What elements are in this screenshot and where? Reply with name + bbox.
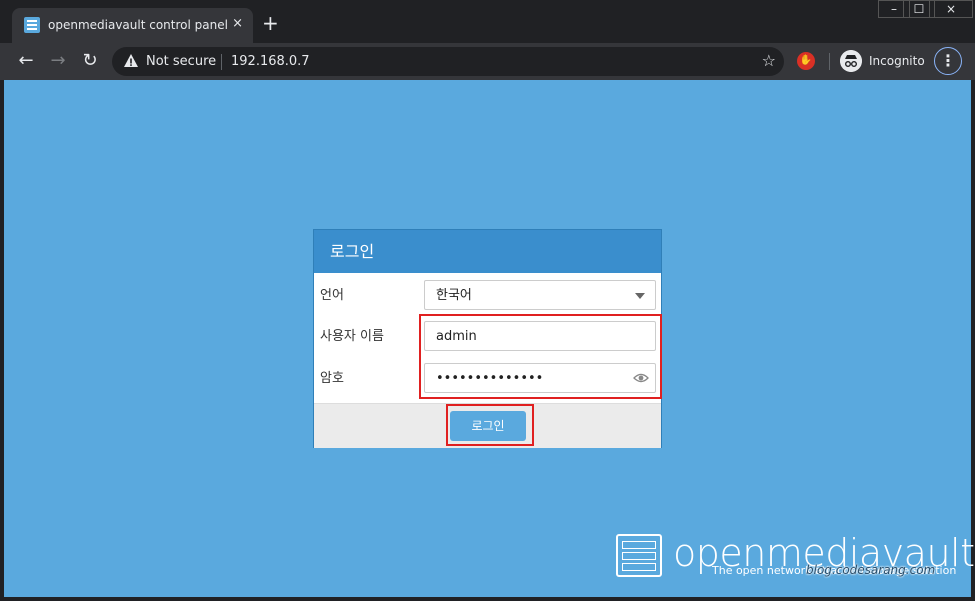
security-status[interactable]: Not secure bbox=[146, 54, 216, 69]
incognito-badge[interactable]: Incognito bbox=[838, 48, 928, 75]
openmediavault-favicon-icon bbox=[24, 17, 40, 33]
credentials-highlight-box bbox=[419, 314, 662, 399]
password-label: 암호 bbox=[320, 371, 344, 386]
url-text[interactable]: 192.168.0.7 bbox=[231, 54, 310, 69]
bookmark-star-icon[interactable]: ☆ bbox=[762, 52, 776, 70]
login-button-highlight-box bbox=[446, 404, 534, 446]
back-arrow-icon[interactable]: ← bbox=[15, 50, 37, 72]
browser-menu-icon[interactable]: ⋮ bbox=[934, 47, 962, 75]
chevron-down-icon[interactable] bbox=[635, 293, 645, 299]
tab-close-icon[interactable]: × bbox=[232, 16, 243, 32]
forward-arrow-icon[interactable]: → bbox=[47, 50, 69, 72]
browser-tab[interactable]: openmediavault control panel - openmedia… bbox=[12, 8, 253, 43]
browser-titlebar: openmediavault control panel - openmedia… bbox=[0, 0, 975, 43]
toolbar-divider bbox=[829, 53, 830, 70]
blog-watermark: blog.codesarang.com bbox=[806, 563, 936, 577]
language-select-value: 한국어 bbox=[436, 288, 472, 303]
incognito-icon bbox=[840, 50, 862, 72]
new-tab-button[interactable]: + bbox=[262, 13, 279, 33]
extension-hand-icon[interactable]: ✋ bbox=[797, 52, 815, 70]
warning-icon bbox=[124, 54, 138, 67]
omnibox-divider bbox=[221, 54, 222, 70]
language-select[interactable]: 한국어 bbox=[424, 280, 656, 310]
language-label: 언어 bbox=[320, 288, 344, 303]
address-bar[interactable]: Not secure 192.168.0.7 ☆ bbox=[112, 47, 784, 76]
login-dialog-title: 로그인 bbox=[330, 242, 375, 261]
browser-toolbar: ← → ↻ Not secure 192.168.0.7 ☆ ✋ Incogni… bbox=[0, 43, 975, 80]
username-label: 사용자 이름 bbox=[320, 329, 384, 344]
reload-icon[interactable]: ↻ bbox=[79, 50, 101, 72]
login-dialog-header: 로그인 bbox=[314, 230, 661, 273]
window-close-button[interactable]: × bbox=[929, 0, 973, 18]
tab-title: openmediavault control panel - openmedia… bbox=[48, 18, 228, 32]
incognito-label: Incognito bbox=[869, 54, 925, 68]
openmediavault-logo-icon bbox=[616, 534, 662, 577]
